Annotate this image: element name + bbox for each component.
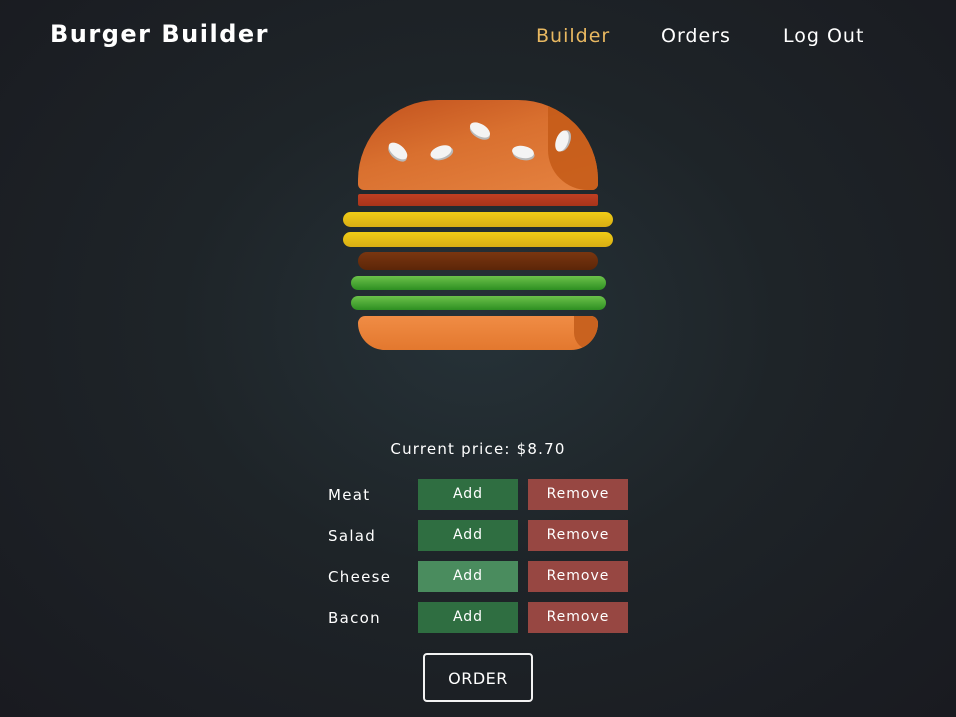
remove-meat-button[interactable]: Remove (528, 479, 628, 510)
control-row-salad: Salad Add Remove (328, 520, 628, 561)
add-meat-button[interactable]: Add (418, 479, 518, 510)
ingredient-label: Meat (328, 486, 371, 504)
bread-bottom (358, 316, 598, 350)
sesame-seed (511, 144, 535, 160)
add-salad-button[interactable]: Add (418, 520, 518, 551)
control-row-bacon: Bacon Add Remove (328, 602, 628, 643)
cheese-layer (343, 232, 613, 247)
ingredient-label: Cheese (328, 568, 392, 586)
remove-bacon-button[interactable]: Remove (528, 602, 628, 633)
add-bacon-button[interactable]: Add (418, 602, 518, 633)
bread-top (358, 100, 598, 190)
nav-logout-link[interactable]: Log Out (783, 25, 864, 47)
build-controls: Meat Add Remove Salad Add Remove Cheese … (328, 479, 628, 643)
sesame-seed (385, 139, 411, 163)
nav-orders-link[interactable]: Orders (661, 25, 731, 47)
ingredient-label: Salad (328, 527, 377, 545)
salad-layer (351, 276, 606, 290)
order-button[interactable]: ORDER (423, 653, 533, 702)
sesame-seed (428, 142, 454, 162)
sesame-seed (467, 119, 493, 141)
cheese-layer (343, 212, 613, 227)
bacon-layer (358, 252, 598, 270)
burger-preview (340, 98, 616, 354)
nav-builder-link[interactable]: Builder (536, 25, 610, 47)
app-logo[interactable]: Burger Builder (50, 20, 269, 48)
current-price: Current price: $8.70 (390, 440, 566, 458)
toolbar: Burger Builder Builder Orders Log Out (0, 0, 956, 75)
control-row-cheese: Cheese Add Remove (328, 561, 628, 602)
remove-cheese-button[interactable]: Remove (528, 561, 628, 592)
control-row-meat: Meat Add Remove (328, 479, 628, 520)
add-cheese-button[interactable]: Add (418, 561, 518, 592)
salad-layer (351, 296, 606, 310)
remove-salad-button[interactable]: Remove (528, 520, 628, 551)
meat-layer (358, 194, 598, 206)
ingredient-label: Bacon (328, 609, 381, 627)
